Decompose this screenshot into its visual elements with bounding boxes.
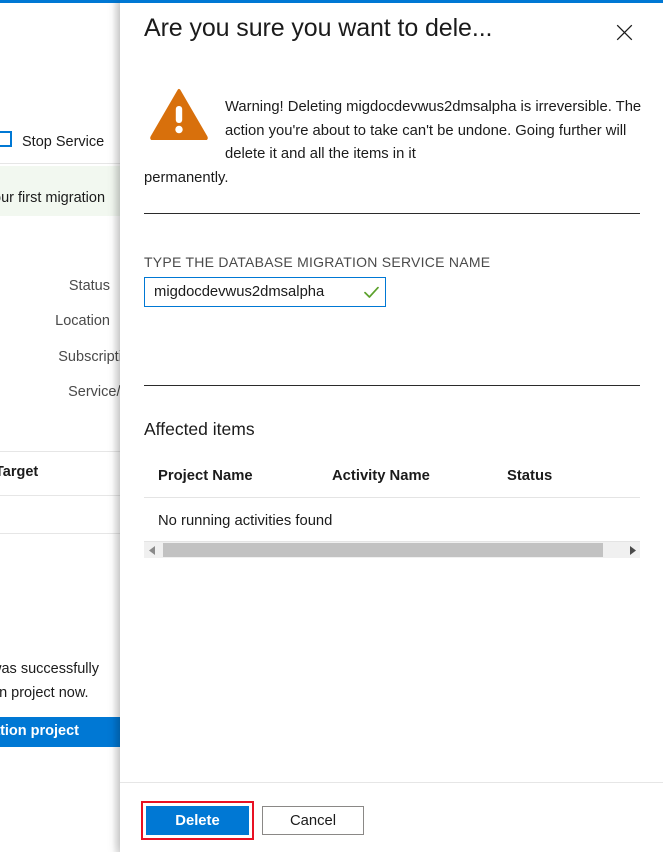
blade-message-line-2: on project now. (0, 685, 89, 701)
blade-divider-4 (0, 533, 120, 534)
warning-message-main: Warning! Deleting migdocdevwus2dmsalpha … (225, 99, 641, 162)
dialog-footer-divider (120, 782, 663, 783)
blade-property-location: Location (0, 313, 110, 329)
blade-divider-2 (0, 451, 120, 452)
warning-message-overflow: permanently. (144, 167, 643, 191)
warning-triangle-icon (150, 88, 208, 140)
confirm-field-label: TYPE THE DATABASE MIGRATION SERVICE NAME (144, 254, 490, 270)
column-header-project-name[interactable]: Project Name (158, 468, 253, 484)
stop-service-label[interactable]: Stop Service (22, 134, 104, 150)
affected-items-table-header: Project Name Activity Name Status (144, 468, 640, 494)
warning-triangle-icon-glyph (150, 88, 208, 140)
background-portal-blade: Stop Service our first migration Status … (0, 3, 120, 852)
screen: Stop Service our first migration Status … (0, 0, 663, 852)
table-header-divider (144, 497, 640, 498)
dialog-divider-mid (144, 385, 640, 386)
check-icon (357, 278, 385, 306)
scroll-left-arrow-icon[interactable] (144, 542, 160, 558)
blade-cta-button-label: ation project (0, 723, 79, 739)
table-horizontal-scrollbar[interactable] (144, 541, 640, 558)
blade-edge-shadow (112, 3, 120, 852)
dialog-title: Are you sure you want to dele... (144, 14, 492, 43)
dialog-divider-top (144, 213, 640, 214)
warning-message: Warning! Deleting migdocdevwus2dmsalpha … (225, 96, 643, 190)
close-icon[interactable] (606, 14, 642, 50)
scrollbar-thumb[interactable] (163, 543, 603, 557)
blade-target-heading: Target (0, 464, 38, 480)
blade-property-status: Status (0, 278, 110, 294)
blade-divider-3 (0, 495, 120, 496)
blade-property-service-ui-version: Service/UI (0, 384, 120, 400)
column-header-activity-name[interactable]: Activity Name (332, 468, 430, 484)
background-success-banner-text: our first migration (0, 190, 105, 206)
delete-button[interactable]: Delete (146, 806, 249, 835)
confirm-name-input[interactable] (145, 278, 357, 306)
scroll-right-arrow-glyph (629, 546, 636, 555)
check-icon-glyph (364, 286, 379, 299)
blade-property-subscription: Subscriptio (0, 349, 120, 365)
confirm-name-input-wrapper[interactable] (144, 277, 386, 307)
blade-message-line-1: was successfully (0, 661, 99, 677)
dialog-top-accent-bar (120, 0, 663, 3)
blade-divider-1 (0, 163, 120, 164)
delete-confirmation-dialog: Are you sure you want to dele... Warning… (120, 0, 663, 852)
cancel-button[interactable]: Cancel (262, 806, 364, 835)
stop-service-icon[interactable] (0, 131, 12, 147)
scroll-left-arrow-glyph (149, 546, 156, 555)
table-empty-message: No running activities found (158, 513, 332, 529)
affected-items-heading: Affected items (144, 419, 255, 440)
close-icon-glyph (616, 24, 633, 41)
column-header-status[interactable]: Status (507, 468, 552, 484)
scroll-right-arrow-icon[interactable] (624, 542, 640, 558)
